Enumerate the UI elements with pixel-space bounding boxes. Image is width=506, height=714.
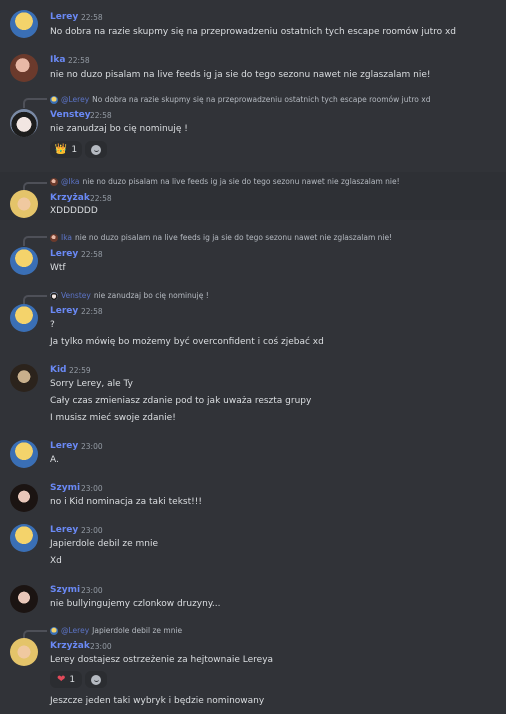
message: Lerey 23:00 A. xyxy=(0,432,506,478)
reply-avatar xyxy=(50,96,58,104)
message-text: nie no duzo pisalam na live feeds ig ja … xyxy=(50,70,431,80)
message: Szymi 23:00 no i Kid nominacja za taki t… xyxy=(0,478,506,518)
reply-connector xyxy=(23,236,47,246)
reaction-count: 1 xyxy=(69,674,76,685)
avatar[interactable] xyxy=(10,364,38,392)
reply-avatar xyxy=(50,234,58,242)
message-text: No dobra na razie skupmy się na przeprow… xyxy=(50,27,457,37)
reaction-crown[interactable]: 👑 1 xyxy=(50,141,82,158)
reply-mention: @Lerey xyxy=(61,626,90,635)
reply-avatar xyxy=(50,178,58,186)
reply-mention: Venstey xyxy=(61,291,91,300)
avatar[interactable] xyxy=(10,524,38,552)
author-name[interactable]: Lerey xyxy=(50,306,78,316)
author-name[interactable]: Lerey xyxy=(50,441,78,451)
timestamp: 22:58 xyxy=(68,56,90,65)
reply-connector xyxy=(23,98,47,108)
message-text: XDDDDDD xyxy=(50,206,98,216)
message: @Lerey Japierdole debil ze mnie Krzyżak 2… xyxy=(0,620,506,714)
message: Ika nie no duzo pisalam na live feeds ig … xyxy=(0,226,506,282)
message: Venstey nie zanudzaj bo cię nominuję ! Le… xyxy=(0,282,506,354)
avatar[interactable] xyxy=(10,440,38,468)
reply-preview[interactable]: @Lerey Japierdole debil ze mnie xyxy=(50,626,182,635)
message-text: Sorry Lerey, ale Ty xyxy=(50,379,133,389)
reply-preview[interactable]: Ika nie no duzo pisalam na live feeds ig … xyxy=(50,233,392,242)
author-name[interactable]: Ika xyxy=(50,55,65,65)
timestamp: 22:59 xyxy=(69,366,91,375)
reply-text: nie zanudzaj bo cię nominuję ! xyxy=(93,291,209,300)
reaction-count: 1 xyxy=(71,144,78,155)
timestamp: 22:58 xyxy=(90,194,112,203)
reply-avatar xyxy=(50,292,58,300)
avatar[interactable] xyxy=(10,585,38,613)
author-name[interactable]: Szymi xyxy=(50,483,80,493)
message-text: ? xyxy=(50,320,55,330)
author-name[interactable]: Venstey xyxy=(50,110,91,120)
avatar[interactable] xyxy=(10,109,38,137)
add-reaction-button[interactable] xyxy=(85,141,107,158)
message-text: Ja tylko mówię bo możemy być overconfide… xyxy=(50,337,324,347)
author-name[interactable]: Kid xyxy=(50,365,67,375)
avatar[interactable] xyxy=(10,484,38,512)
timestamp: 22:58 xyxy=(81,307,103,316)
message: Szymi 23:00 nie bullyingujemy czlonkow d… xyxy=(0,580,506,620)
message-text: no i Kid nominacja za taki tekst!!! xyxy=(50,497,202,507)
avatar[interactable] xyxy=(10,10,38,38)
reply-preview[interactable]: @Lerey No dobra na razie skupmy się na pr… xyxy=(50,95,430,104)
reply-mention: @Lerey xyxy=(61,95,90,104)
reply-text: No dobra na razie skupmy się na przeprow… xyxy=(92,95,431,104)
timestamp: 22:58 xyxy=(90,111,112,120)
timestamp: 23:00 xyxy=(81,484,103,493)
message-text: nie bullyingujemy czlonkow druzyny... xyxy=(50,599,221,609)
reply-avatar xyxy=(50,627,58,635)
heart-emoji-icon: ❤ xyxy=(56,674,66,685)
smile-plus-icon xyxy=(91,674,101,685)
message: @Lerey No dobra na razie skupmy się na pr… xyxy=(0,88,506,170)
message-text: Lerey dostajesz ostrzeżenie za hejtownai… xyxy=(50,655,274,665)
message-text: Japierdole debil ze mnie xyxy=(50,539,159,549)
author-name[interactable]: Lerey xyxy=(50,12,78,22)
author-name[interactable]: Krzyżak xyxy=(50,193,90,203)
message-text: nie zanudzaj bo cię nominuję ! xyxy=(50,124,188,134)
reply-preview[interactable]: Venstey nie zanudzaj bo cię nominuję ! xyxy=(50,291,209,300)
author-name[interactable]: Szymi xyxy=(50,585,80,595)
avatar[interactable] xyxy=(10,54,38,82)
timestamp: 23:00 xyxy=(81,586,103,595)
author-name[interactable]: Lerey xyxy=(50,249,78,259)
avatar[interactable] xyxy=(10,304,38,332)
reply-text: nie no duzo pisalam na live feeds ig ja … xyxy=(82,177,400,186)
message: Kid 22:59 Sorry Lerey, ale Ty Cały czas … xyxy=(0,354,506,432)
message-text: Wtf xyxy=(50,263,66,273)
avatar[interactable] xyxy=(10,190,38,218)
timestamp: 22:58 xyxy=(81,250,103,259)
message: @Ika nie no duzo pisalam na live feeds ig… xyxy=(0,172,506,220)
author-name[interactable]: Krzyżak xyxy=(50,641,90,651)
reply-mention: @Ika xyxy=(61,177,80,186)
timestamp: 23:00 xyxy=(81,526,103,535)
message: Lerey 22:58 No dobra na razie skupmy się… xyxy=(0,0,506,44)
message: Ika 22:58 nie no duzo pisalam na live fe… xyxy=(0,44,506,88)
reply-text: nie no duzo pisalam na live feeds ig ja … xyxy=(75,233,393,242)
timestamp: 22:58 xyxy=(81,13,103,22)
message-text: Jeszcze jeden taki wybryk i będzie nomin… xyxy=(50,696,265,706)
reply-mention: Ika xyxy=(61,233,73,242)
reply-preview[interactable]: @Ika nie no duzo pisalam na live feeds ig… xyxy=(50,177,400,186)
avatar[interactable] xyxy=(10,638,38,666)
timestamp: 23:00 xyxy=(90,642,112,651)
timestamp: 23:00 xyxy=(81,442,103,451)
message-text: Cały czas zmieniasz zdanie pod to jak uw… xyxy=(50,396,312,406)
crown-emoji-icon: 👑 xyxy=(54,144,68,155)
avatar[interactable] xyxy=(10,247,38,275)
reply-text: Japierdole debil ze mnie xyxy=(92,626,183,635)
reaction-heart[interactable]: ❤ 1 xyxy=(50,671,82,688)
message: Lerey 23:00 Japierdole debil ze mnie Xd xyxy=(0,518,506,580)
message-text: Xd xyxy=(50,556,62,566)
smile-plus-icon xyxy=(91,144,101,155)
author-name[interactable]: Lerey xyxy=(50,525,78,535)
message-text: A. xyxy=(50,455,59,465)
message-text: I musisz mieć swoje zdanie! xyxy=(50,413,176,423)
add-reaction-button[interactable] xyxy=(85,671,107,688)
